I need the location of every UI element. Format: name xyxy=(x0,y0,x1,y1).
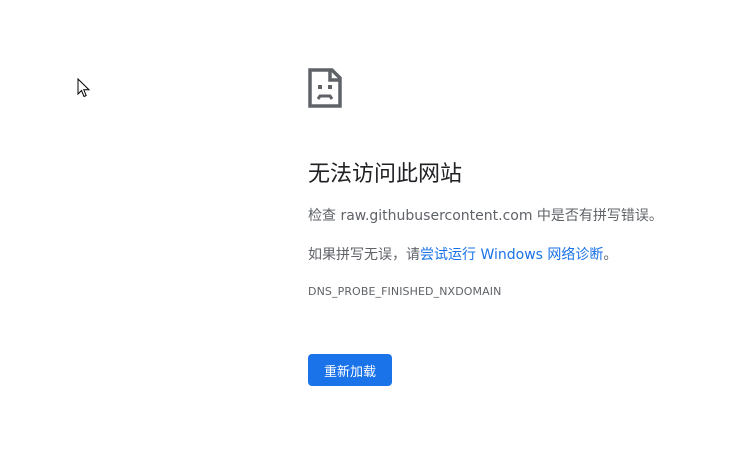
error-code: DNS_PROBE_FINISHED_NXDOMAIN xyxy=(308,285,502,298)
mouse-pointer-icon xyxy=(77,78,91,98)
page-title: 无法访问此网站 xyxy=(308,162,463,187)
hint-suffix: 。 xyxy=(603,247,618,263)
check-prefix: 检查 xyxy=(308,208,341,224)
check-suffix: 中是否有拼写错误。 xyxy=(532,208,663,224)
network-diagnostics-link[interactable]: 尝试运行 Windows 网络诊断 xyxy=(420,247,603,263)
domain-name: raw.githubusercontent.com xyxy=(340,208,533,224)
error-page: 无法访问此网站 检查 raw.githubusercontent.com 中是否… xyxy=(0,0,748,463)
sad-page-icon xyxy=(308,68,342,108)
reload-button[interactable]: 重新加载 xyxy=(308,354,392,386)
spelling-check-message: 检查 raw.githubusercontent.com 中是否有拼写错误。 xyxy=(308,205,663,225)
hint-prefix: 如果拼写无误，请 xyxy=(308,247,420,263)
diagnostics-message: 如果拼写无误，请尝试运行 Windows 网络诊断。 xyxy=(308,244,617,264)
